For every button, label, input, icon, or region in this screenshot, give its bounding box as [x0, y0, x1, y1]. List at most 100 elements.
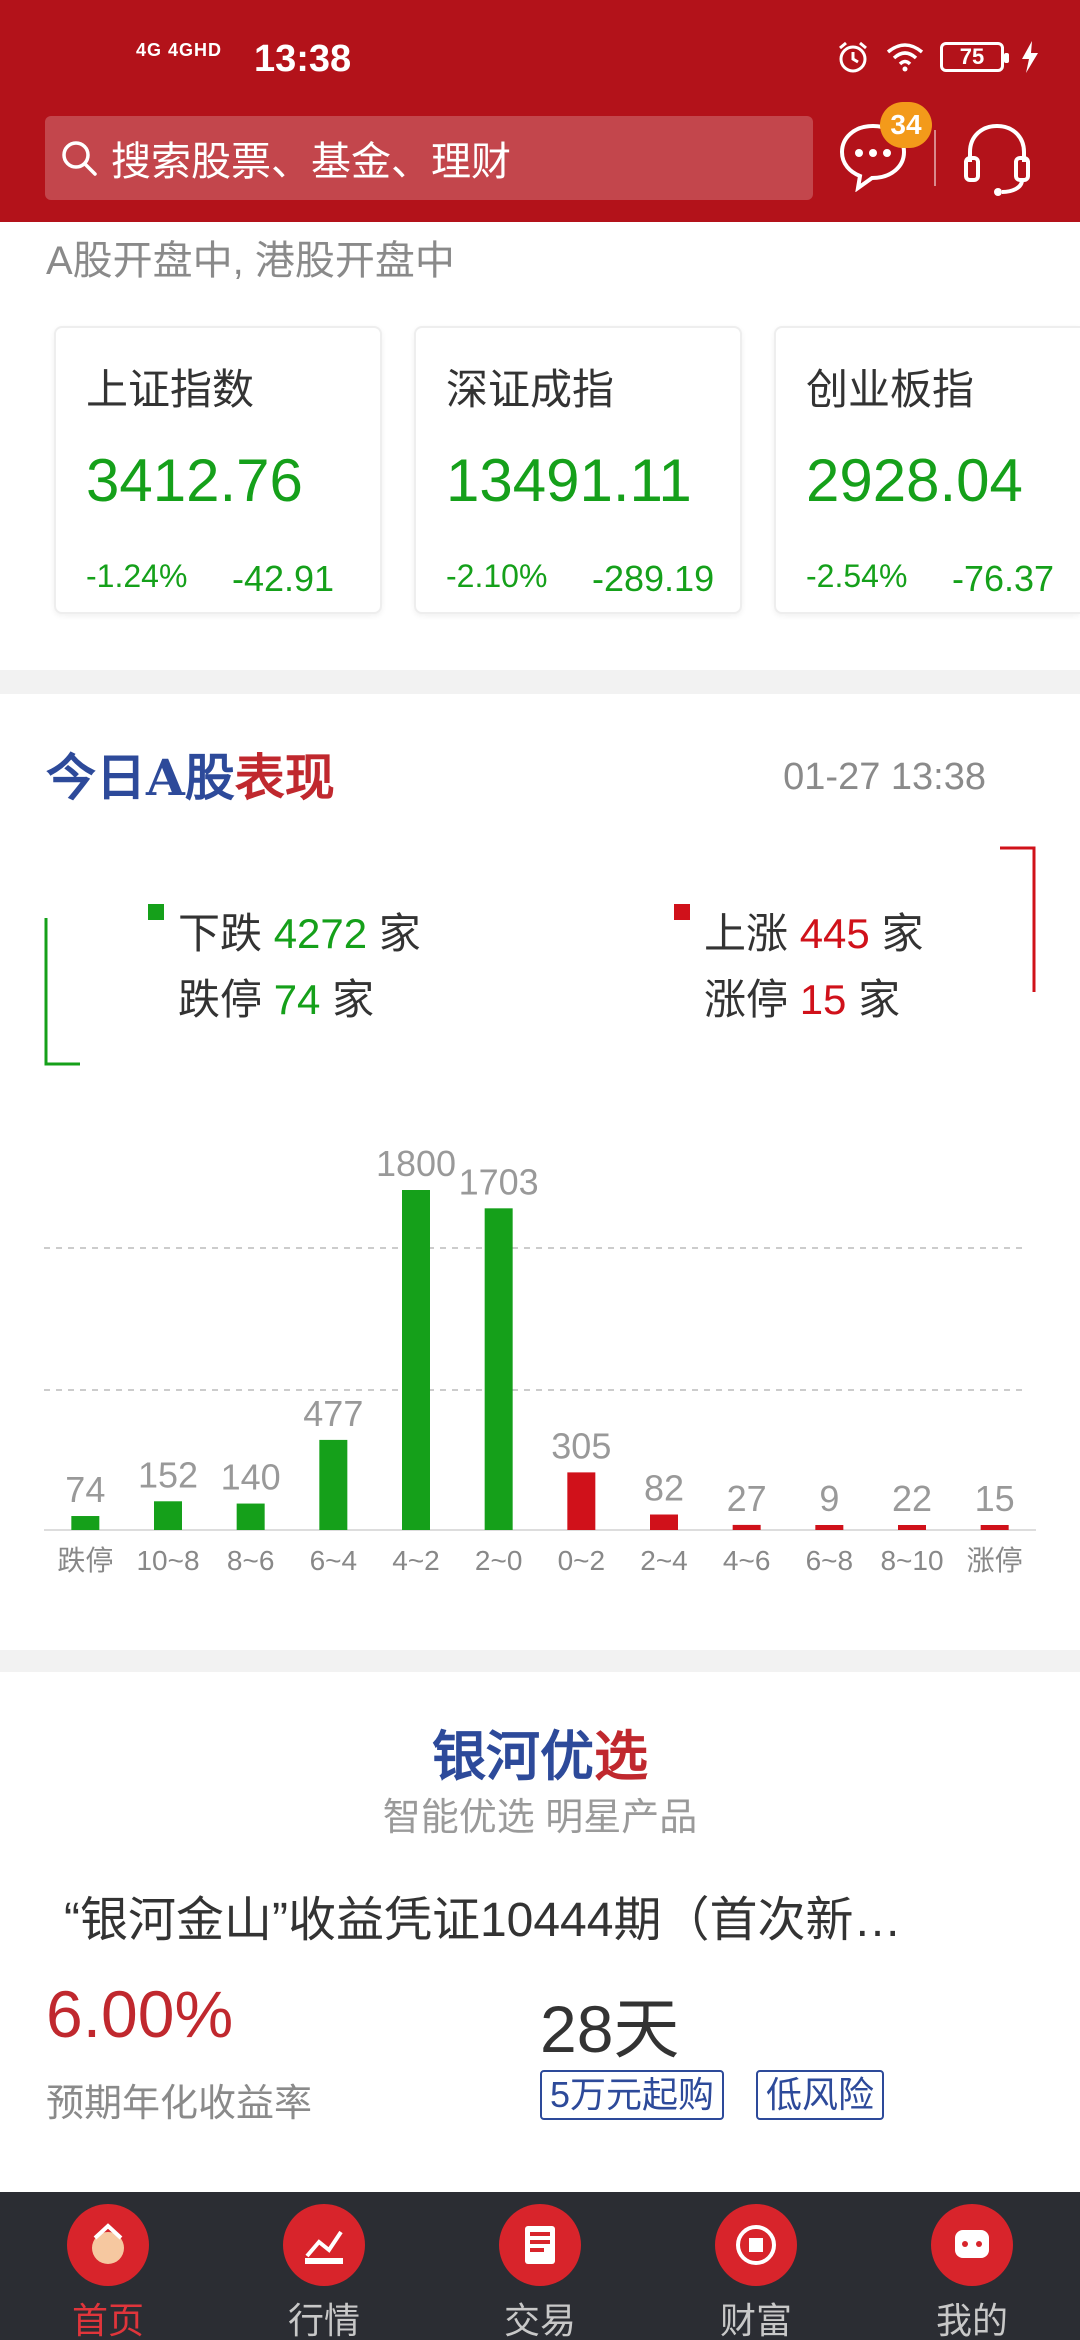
chart-bar	[402, 1190, 430, 1530]
app-header: 4G 4GHD 13:38 75 搜索股票、基金、理财 34	[0, 0, 1080, 222]
chart-category-label: 6~8	[806, 1545, 854, 1576]
down-count-line: 下跌 4272 家	[178, 900, 421, 961]
green-corner-bracket	[44, 918, 80, 1066]
chart-bar	[319, 1439, 348, 1530]
index-card-shanghai[interactable]: 上证指数 3412.76 -1.24% -42.91	[54, 326, 382, 614]
yinhe-subtitle: 智能优选 明星产品	[382, 1797, 698, 1839]
market-icon	[283, 2204, 365, 2286]
customer-service-icon[interactable]	[960, 118, 1034, 198]
product-yield: 6.00%	[46, 1977, 234, 2051]
down-unit: 家	[378, 910, 421, 957]
product-tag-min-purchase: 5万元起购	[540, 2070, 725, 2120]
up-count: 445	[799, 910, 870, 957]
limit-up-count: 15	[799, 976, 847, 1023]
today-section-title: 今日A股表现	[46, 738, 335, 810]
index-name: 上证指数	[86, 366, 255, 413]
chart-bar	[732, 1524, 761, 1530]
product-yield-label: 预期年化收益率	[46, 2083, 313, 2125]
section-divider	[0, 1650, 1080, 1672]
up-legend-square	[674, 904, 690, 920]
product-name[interactable]: “银河金山”收益凭证10444期（首次新…	[64, 1880, 901, 1950]
chart-category-label: 4~2	[392, 1545, 440, 1576]
nav-label: 交易	[503, 2300, 576, 2340]
profile-icon	[931, 2204, 1013, 2286]
index-value: 3412.76	[86, 447, 303, 514]
charging-icon	[1022, 41, 1038, 73]
yinhe-title-part1: 银河优	[432, 1724, 594, 1788]
yinhe-title-part2: 选	[594, 1724, 648, 1788]
nav-label: 首页	[71, 2300, 144, 2340]
chart-category-label: 涨停	[967, 1545, 1023, 1576]
chart-value-label: 15	[975, 1478, 1015, 1519]
down-legend-square	[148, 904, 164, 920]
index-value: 2928.04	[806, 447, 1023, 514]
index-percent: -2.54%	[806, 558, 908, 594]
today-timestamp: 01-27 13:38	[783, 756, 986, 798]
nav-label: 我的	[935, 2300, 1008, 2340]
section-divider	[0, 670, 1080, 694]
chart-value-label: 74	[65, 1469, 105, 1510]
chart-value-label: 140	[221, 1457, 281, 1498]
chart-category-label: 4~6	[723, 1545, 771, 1576]
nav-profile[interactable]: 我的	[864, 2204, 1080, 2340]
index-percent: -1.24%	[86, 558, 188, 594]
nav-trade[interactable]: 交易	[432, 2204, 648, 2340]
chart-bar	[484, 1208, 513, 1530]
wealth-icon	[715, 2204, 797, 2286]
product-tag-risk: 低风险	[756, 2070, 885, 2120]
chart-category-label: 8~6	[227, 1545, 275, 1576]
chart-value-label: 9	[819, 1478, 839, 1519]
chart-category-label: 0~2	[558, 1545, 606, 1576]
up-count-line: 上涨 445 家	[704, 900, 923, 961]
trade-icon	[499, 2204, 581, 2286]
chart-bar	[236, 1503, 265, 1530]
nav-wealth[interactable]: 财富	[648, 2204, 864, 2340]
limit-down-count: 74	[273, 976, 321, 1023]
chart-category-label: 跌停	[57, 1545, 113, 1576]
chart-bar	[815, 1525, 844, 1530]
status-time: 13:38	[254, 38, 352, 80]
nav-home[interactable]: 首页	[0, 2204, 216, 2340]
nav-market[interactable]: 行情	[216, 2204, 432, 2340]
today-title-part1: 今日A股	[46, 748, 235, 807]
nav-label: 财富	[719, 2300, 792, 2340]
today-title-part2: 表现	[234, 748, 335, 807]
battery-icon: 75	[940, 42, 1009, 72]
chart-bar	[898, 1525, 926, 1530]
chart-value-label: 27	[727, 1478, 767, 1519]
message-badge: 34	[880, 102, 932, 148]
chart-value-label: 305	[551, 1425, 611, 1466]
chart-category-label: 10~8	[136, 1545, 199, 1576]
chart-category-label: 6~4	[310, 1545, 358, 1576]
index-name: 创业板指	[806, 366, 975, 413]
nav-label: 行情	[287, 2300, 360, 2340]
search-placeholder: 搜索股票、基金、理财	[111, 140, 511, 184]
up-unit: 家	[881, 910, 924, 957]
search-icon	[62, 141, 97, 176]
product-term: 28天	[540, 1992, 680, 2066]
up-label: 上涨	[704, 910, 789, 957]
limit-down-unit: 家	[332, 976, 375, 1023]
limit-up-label: 涨停	[704, 976, 789, 1023]
home-icon	[67, 2204, 149, 2286]
chart-value-label: 477	[303, 1393, 363, 1434]
index-change: -289.19	[592, 558, 715, 599]
status-bar: 4G 4GHD 13:38 75	[0, 0, 1080, 110]
signal-indicator: 4G 4GHD	[136, 40, 223, 60]
chart-bar	[567, 1472, 596, 1530]
limit-down-line: 跌停 74 家	[178, 966, 374, 1027]
down-label: 下跌	[178, 910, 263, 957]
status-right: 75	[836, 40, 1040, 74]
index-cards: 上证指数 3412.76 -1.24% -42.91 深证成指 13491.11…	[54, 326, 1080, 616]
yinhe-section-title: 银河优选	[0, 1712, 1080, 1791]
red-corner-bracket	[1000, 846, 1036, 992]
index-card-shenzhen[interactable]: 深证成指 13491.11 -2.10% -289.19	[414, 326, 742, 614]
index-card-chinext[interactable]: 创业板指 2928.04 -2.54% -76.37	[774, 326, 1080, 614]
index-change: -76.37	[952, 558, 1055, 599]
chart-category-label: 2~4	[640, 1545, 688, 1576]
chart-bar	[71, 1516, 100, 1530]
alarm-icon	[839, 41, 867, 73]
chart-value-label: 1800	[376, 1143, 456, 1184]
search-input[interactable]: 搜索股票、基金、理财	[45, 116, 813, 200]
chart-bar	[980, 1525, 1009, 1530]
